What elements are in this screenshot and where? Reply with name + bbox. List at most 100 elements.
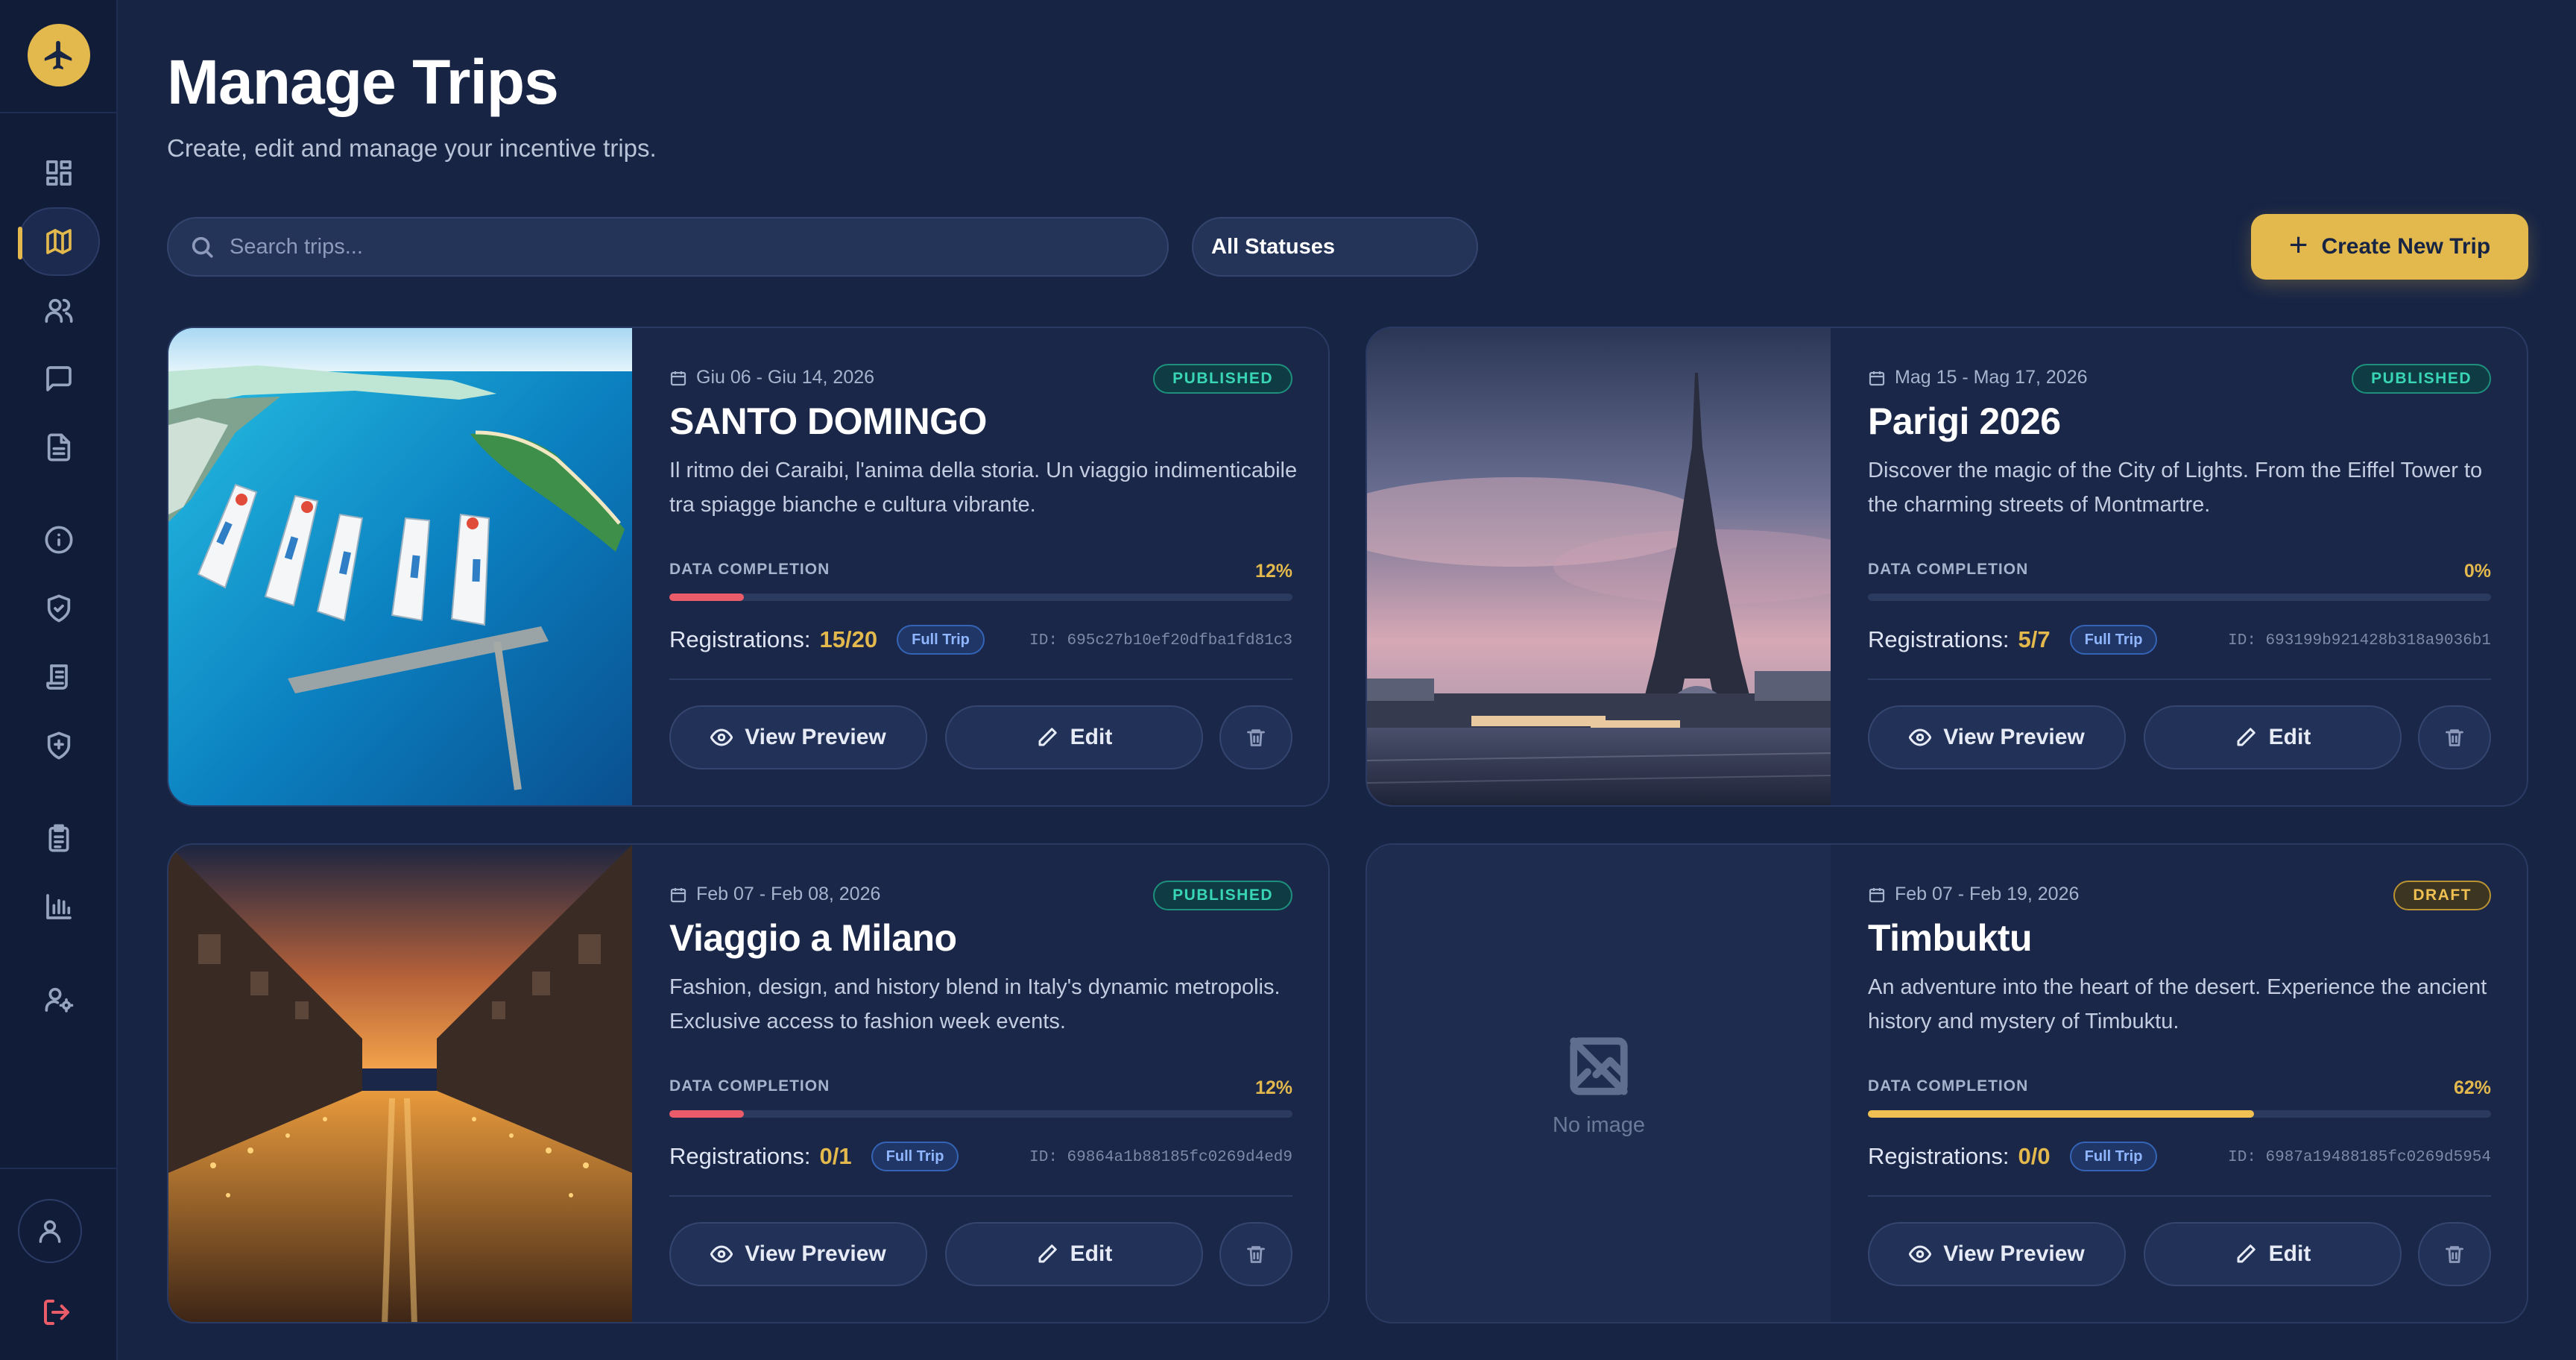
airplane-logo-icon[interactable]: [28, 24, 90, 86]
search-icon: [192, 236, 213, 258]
calendar-icon: [670, 887, 686, 902]
trip-image[interactable]: [1367, 328, 1831, 805]
trash-icon: [1247, 1246, 1265, 1263]
sidebar: [0, 0, 118, 1360]
calendar-icon: [1869, 887, 1885, 902]
receipt-icon: [46, 664, 68, 690]
delete-button[interactable]: [1219, 705, 1292, 769]
create-new-trip-label: Create New Trip: [2321, 234, 2491, 259]
trip-type-tag: Full Trip: [2069, 625, 2158, 655]
nav-users[interactable]: [18, 276, 100, 344]
logout-icon: [44, 1300, 69, 1325]
page-title: Manage Trips: [167, 47, 559, 117]
eye-icon: [710, 1245, 733, 1263]
nav-messages[interactable]: [18, 344, 100, 413]
dashboard-icon: [46, 160, 72, 186]
user-settings-icon: [45, 987, 74, 1013]
no-image-placeholder: No image: [1367, 845, 1831, 1322]
eye-icon: [1909, 1245, 1932, 1263]
data-completion-bar: [1868, 594, 2491, 601]
shield-plus-icon: [47, 731, 71, 760]
delete-button[interactable]: [1219, 1222, 1292, 1286]
pencil-icon: [1038, 728, 1057, 746]
registrations: Registrations: 0/1 Full Trip: [669, 1142, 959, 1171]
trip-dates: Mag 15 - Mag 17, 2026: [1868, 367, 2088, 388]
logout-button[interactable]: [42, 1297, 75, 1330]
trip-description: Il ritmo dei Caraibi, l'anima della stor…: [669, 459, 1298, 517]
info-icon: [45, 526, 73, 554]
trip-description: Fashion, design, and history blend in It…: [669, 975, 1281, 1033]
nav-documents[interactable]: [18, 413, 100, 482]
pencil-icon: [2237, 728, 2255, 746]
registrations-count: 0/1: [819, 1143, 852, 1169]
registrations: Registrations: 5/7 Full Trip: [1868, 625, 2158, 655]
nav-reports[interactable]: [18, 872, 100, 941]
trip-dates: Giu 06 - Giu 14, 2026: [669, 367, 874, 388]
trip-image[interactable]: [168, 328, 632, 805]
edit-button[interactable]: Edit: [945, 705, 1203, 769]
status-badge: PUBLISHED: [1153, 364, 1292, 394]
eye-icon: [1909, 728, 1932, 746]
calendar-icon: [1869, 371, 1885, 385]
data-completion-fill: [669, 594, 745, 601]
user-icon: [39, 1220, 61, 1243]
eye-icon: [710, 728, 733, 746]
view-preview-button[interactable]: View Preview: [1868, 1222, 2126, 1286]
data-completion-percent: 62%: [2453, 1077, 2491, 1098]
trash-icon: [2446, 729, 2463, 746]
trip-title: Timbuktu: [1868, 917, 2033, 959]
nav-dashboard[interactable]: [18, 139, 100, 207]
view-preview-button[interactable]: View Preview: [1868, 705, 2126, 769]
image-off-icon: [1570, 1036, 1628, 1095]
plus-icon: +: [2288, 227, 2308, 263]
trip-image[interactable]: [168, 845, 632, 1322]
registrations-count: 15/20: [819, 626, 878, 652]
nav-insurance[interactable]: [18, 711, 100, 780]
chat-icon: [46, 366, 72, 391]
nav-user-settings[interactable]: [18, 965, 100, 1033]
data-completion-label: DATA COMPLETION: [669, 561, 830, 578]
users-icon: [45, 298, 73, 323]
trip-id: ID: 695c27b10ef20dfba1fd81c3: [1029, 632, 1292, 649]
status-badge: PUBLISHED: [1153, 881, 1292, 910]
document-icon: [47, 433, 71, 462]
trip-id: ID: 6987a19488185fc0269d5954: [2228, 1149, 2491, 1166]
nav-info[interactable]: [18, 506, 100, 574]
delete-button[interactable]: [2418, 705, 2491, 769]
edit-button[interactable]: Edit: [945, 1222, 1203, 1286]
pencil-icon: [1038, 1244, 1057, 1263]
pencil-icon: [2237, 1244, 2255, 1263]
trip-id: ID: 693199b921428b318a9036b1: [2228, 632, 2491, 649]
status-filter-select[interactable]: All Statuses: [1192, 217, 1478, 277]
trip-dates: Feb 07 - Feb 08, 2026: [669, 884, 880, 905]
data-completion-percent: 0%: [2463, 561, 2491, 582]
nav-tasks[interactable]: [18, 804, 100, 872]
status-badge: PUBLISHED: [2352, 364, 2491, 394]
trip-type-tag: Full Trip: [2069, 1142, 2158, 1171]
view-preview-button[interactable]: View Preview: [669, 1222, 927, 1286]
registrations: Registrations: 0/0 Full Trip: [1868, 1142, 2158, 1171]
data-completion-label: DATA COMPLETION: [1868, 561, 2029, 578]
trip-type-tag: Full Trip: [897, 625, 985, 655]
registrations-count: 0/0: [2018, 1143, 2051, 1169]
edit-button[interactable]: Edit: [2144, 705, 2402, 769]
nav-receipts[interactable]: [18, 643, 100, 711]
delete-button[interactable]: [2418, 1222, 2491, 1286]
page-subtitle: Create, edit and manage your incentive t…: [167, 134, 657, 162]
trash-icon: [1247, 729, 1265, 746]
trip-card: Giu 06 - Giu 14, 2026 PUBLISHED SANTO DO…: [167, 327, 1330, 807]
profile-button[interactable]: [18, 1199, 82, 1263]
registrations: Registrations: 15/20 Full Trip: [669, 625, 985, 655]
trip-card: Mag 15 - Mag 17, 2026 PUBLISHED Parigi 2…: [1366, 327, 2528, 807]
view-preview-button[interactable]: View Preview: [669, 705, 927, 769]
clipboard-icon: [48, 824, 69, 852]
status-badge: DRAFT: [2393, 881, 2491, 910]
trip-card: Feb 07 - Feb 08, 2026 PUBLISHED Viaggio …: [167, 843, 1330, 1323]
nav-trips[interactable]: [18, 207, 100, 276]
create-new-trip-button[interactable]: + Create New Trip: [2251, 214, 2528, 280]
search-input[interactable]: [230, 234, 1124, 259]
edit-button[interactable]: Edit: [2144, 1222, 2402, 1286]
nav-security[interactable]: [18, 574, 100, 643]
data-completion-label: DATA COMPLETION: [669, 1077, 830, 1095]
search-bar[interactable]: [167, 217, 1169, 277]
